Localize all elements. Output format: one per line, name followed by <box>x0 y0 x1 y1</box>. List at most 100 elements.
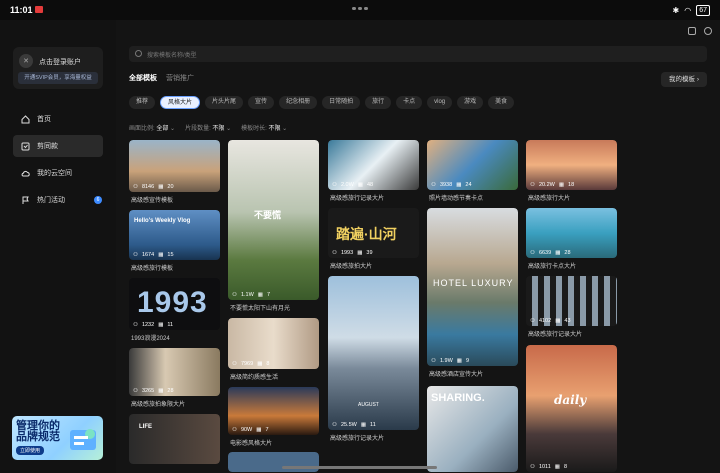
login-title[interactable]: 点击登录账户 <box>39 57 81 67</box>
template-card[interactable]: ⚇ 2.0W ▦ 48 高级感旅行记录大片 <box>328 140 419 206</box>
template-card[interactable]: SHARING. <box>427 386 518 472</box>
template-card[interactable]: ⚇ 90W ▦ 7 电影感风格大片 <box>228 387 319 449</box>
template-card[interactable]: ⚇ 3265 ▦ 28 高级感旅拍象限大片 <box>129 348 220 412</box>
filter-value: 全部 <box>156 126 169 132</box>
thumbnail-text: 1993 <box>137 286 208 319</box>
filter-label: 模板时长: <box>241 126 267 132</box>
search-input[interactable]: 搜索模板名称/类型 <box>129 46 707 62</box>
sidebar-item-cut-same[interactable]: 剪同款 <box>13 135 103 157</box>
user-icon: ⚇ <box>431 358 436 364</box>
template-thumbnail: HOTEL LUXURY <box>427 208 518 366</box>
cloud-icon <box>21 169 30 178</box>
template-card[interactable]: ⚇ 8146 ▦ 20 高级感宣传模板 <box>129 140 220 208</box>
search-placeholder: 搜索模板名称/类型 <box>147 52 197 59</box>
clips-icon: ▦ <box>554 464 560 470</box>
template-stats: ⚇ 7969 ▦ 8 <box>232 361 270 367</box>
my-templates-button[interactable]: 我的模板 › <box>661 72 707 87</box>
template-caption: 不要慌太阳下山有月光 <box>230 306 291 312</box>
promo-button[interactable]: 立即使用 <box>16 446 45 455</box>
sidebar-item-events[interactable]: 热门活动 6 <box>13 189 103 211</box>
chip[interactable]: 美食 <box>488 96 515 109</box>
template-caption: 1993浪漫2024 <box>131 336 170 342</box>
tab-marketing[interactable]: 营销推广 <box>166 73 194 83</box>
template-caption: 高级感旅行记录大片 <box>330 436 385 442</box>
template-card[interactable]: LIFE <box>129 414 220 464</box>
vip-button[interactable]: 开通SVIP会员，享海量权益 <box>18 72 98 84</box>
template-stats: ⚇ 1993 ▦ 39 <box>332 250 373 256</box>
clips-icon: ▦ <box>257 292 263 298</box>
wifi-icon: ◠ <box>684 6 692 15</box>
bluetooth-icon: ✱ <box>672 6 680 15</box>
settings-icon[interactable] <box>704 27 712 35</box>
thumbnail-text: HOTEL LUXURY <box>433 278 514 288</box>
avatar[interactable]: ✕ <box>19 54 33 68</box>
template-thumbnail: SHARING. <box>427 386 518 472</box>
promo-banner[interactable]: 管理你的 品牌规范 立即使用 <box>12 416 103 460</box>
chip[interactable]: 风格大片 <box>160 96 201 109</box>
chip[interactable]: vlog <box>427 96 453 109</box>
template-stats: ⚇ 25.5W ▦ 11 <box>332 422 376 428</box>
user-icon: ⚇ <box>332 182 337 188</box>
template-card[interactable]: 不要慌 ⚇ 1.1W ▦ 7 不要慌太阳下山有月光 <box>228 140 319 316</box>
sidebar-item-label: 剪同款 <box>37 143 58 150</box>
user-icon: ⚇ <box>332 250 337 256</box>
sidebar-item-cloud[interactable]: 我的云空间 <box>13 162 103 184</box>
template-caption: 高级感旅拍大片 <box>330 264 373 270</box>
template-card[interactable]: ⚇ 6639 ▦ 28 高级旅行卡点大片 <box>526 208 617 274</box>
template-stats: ⚇ 2.0W ▦ 48 <box>332 182 374 188</box>
template-card[interactable]: ⚇ 3938 ▦ 24 照片墙动感节奏卡点 <box>427 140 518 206</box>
search-icon <box>135 50 142 57</box>
message-icon[interactable] <box>688 27 696 35</box>
tab-all[interactable]: 全部模板 <box>129 73 157 83</box>
user-icon: ⚇ <box>133 388 138 394</box>
thumbnail-text: AUGUST <box>358 402 379 408</box>
thumbnail-text: daily <box>554 393 587 407</box>
sidebar-item-home[interactable]: 首页 <box>13 108 103 130</box>
chip[interactable]: 纪念相册 <box>279 96 318 109</box>
template-stats: ⚇ 90W ▦ 7 <box>232 427 269 433</box>
notification-icon <box>35 6 43 13</box>
template-card[interactable] <box>228 452 319 472</box>
login-card[interactable]: ✕ 点击登录账户 开通SVIP会员，享海量权益 <box>13 47 103 89</box>
promo-illustration-icon <box>70 429 96 450</box>
user-icon: ⚇ <box>133 184 138 190</box>
template-card[interactable]: ⚇ 7969 ▦ 8 高级简约质感生活 <box>228 318 319 385</box>
filter-duration[interactable]: 模板时长: 不限 ⌄ <box>241 123 287 132</box>
filter-label: 片段数量: <box>185 126 211 132</box>
chip[interactable]: 宣传 <box>248 96 275 109</box>
template-card[interactable]: AUGUST ⚇ 25.5W ▦ 11 高级感旅行记录大片 <box>328 276 419 446</box>
user-icon: ⚇ <box>133 322 138 328</box>
chip[interactable]: 游戏 <box>457 96 484 109</box>
filter-value: 不限 <box>212 126 225 132</box>
sidebar: ✕ 点击登录账户 开通SVIP会员，享海量权益 首页 剪同款 我的云空间 热门活… <box>0 20 116 473</box>
user-icon: ⚇ <box>332 422 337 428</box>
template-card[interactable]: Hello's Weekly Vlog ⚇ 1674 ▦ 15 高级感旅行模板 <box>129 210 220 276</box>
main-panel: 搜索模板名称/类型 全部模板 营销推广 我的模板 › 推荐 风格大片 片头片尾 … <box>116 20 720 473</box>
template-card[interactable]: 踏遍·山河 ⚇ 1993 ▦ 39 高级感旅拍大片 <box>328 208 419 274</box>
template-card[interactable]: 1993 ⚇ 1232 ▦ 11 1993浪漫2024 <box>129 278 220 346</box>
chip[interactable]: 旅行 <box>365 96 392 109</box>
promo-line2: 品牌规范 <box>16 431 60 443</box>
template-card[interactable]: ⚇ 20.2W ▦ 18 高级感旅行大片 <box>526 140 617 206</box>
template-stats: ⚇ 1232 ▦ 11 <box>133 322 174 328</box>
filter-ratio[interactable]: 画面比例: 全部 ⌄ <box>129 123 175 132</box>
filter-clips[interactable]: 片段数量: 不限 ⌄ <box>185 123 231 132</box>
thumbnail-text: SHARING. <box>431 392 485 404</box>
user-icon: ⚇ <box>431 182 436 188</box>
chip[interactable]: 卡点 <box>396 96 423 109</box>
home-indicator[interactable] <box>282 466 437 469</box>
user-icon: ⚇ <box>232 427 237 433</box>
clips-icon: ▦ <box>158 322 164 328</box>
category-tabs: 全部模板 营销推广 <box>129 73 194 83</box>
chip[interactable]: 片头片尾 <box>205 96 244 109</box>
template-card[interactable]: daily ⚇ 1011 ▦ 8 <box>526 345 617 472</box>
clips-icon: ▦ <box>158 252 164 258</box>
chip[interactable]: 推荐 <box>129 96 156 109</box>
clips-icon: ▦ <box>158 388 164 394</box>
multitask-handle[interactable] <box>352 7 368 10</box>
template-stats: ⚇ 1674 ▦ 15 <box>133 252 174 258</box>
template-card[interactable]: ⚇ 4102 ▦ 43 高级感旅行记录大片 <box>526 276 617 342</box>
template-card[interactable]: HOTEL LUXURY ⚇ 1.9W ▦ 9 高级感酒店宣传大片 <box>427 208 518 382</box>
template-caption: 电影感风格大片 <box>230 441 273 447</box>
chip[interactable]: 日常随拍 <box>322 96 361 109</box>
